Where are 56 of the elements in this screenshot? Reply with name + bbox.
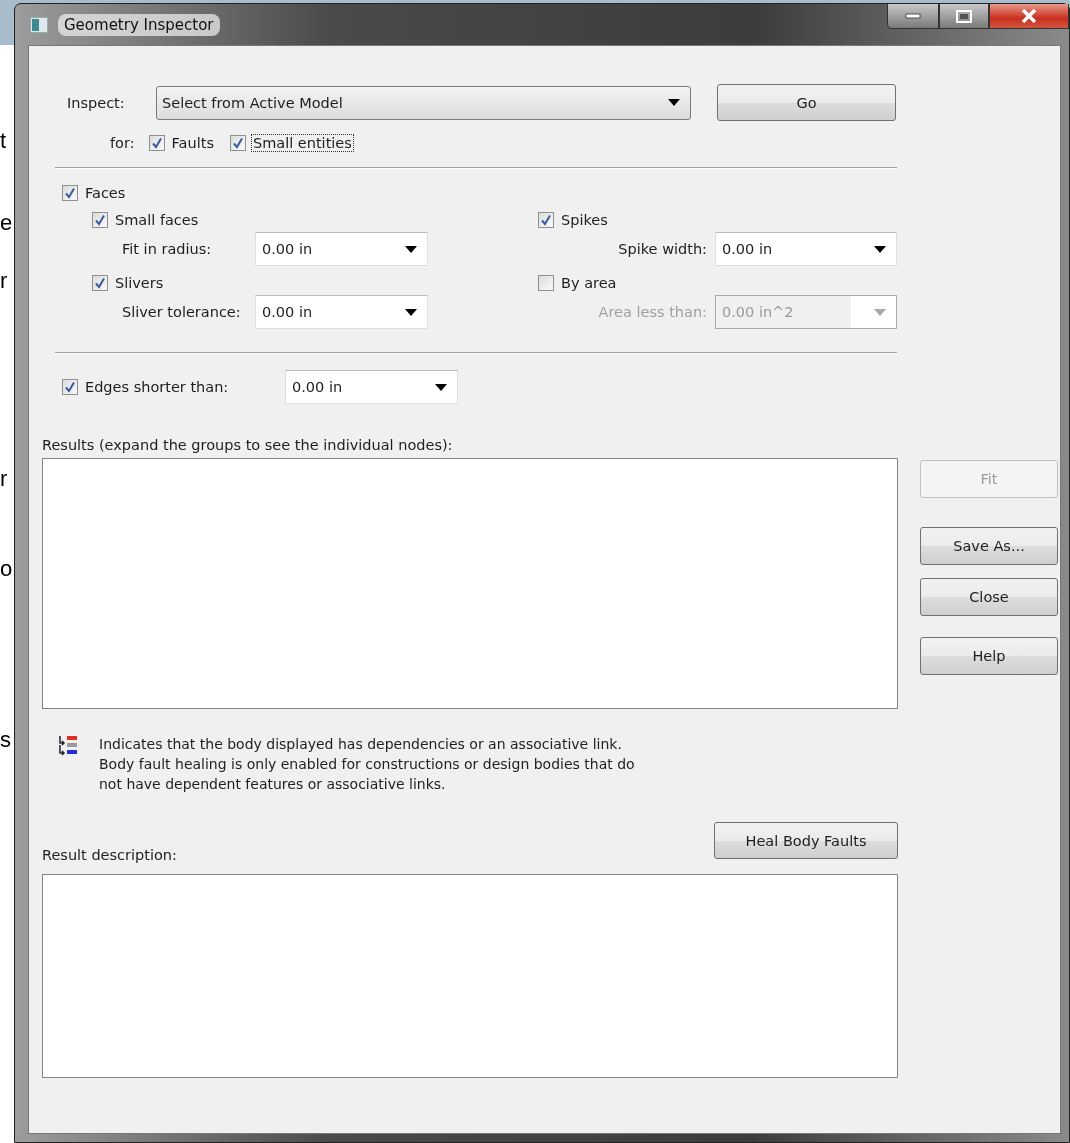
field-label: Inspect: [67,94,126,111]
checkbox-label[interactable]: Slivers [113,274,166,292]
close-button[interactable] [989,4,1069,29]
slide-text: t [0,128,8,154]
caret-icon [405,245,417,253]
button[interactable]: Heal Body Faults [714,822,898,859]
field-label: Fit in radius: [121,241,213,257]
checkbox[interactable] [538,275,554,291]
slide-text: s [0,727,12,753]
caret-icon [435,383,447,391]
checkbox-label[interactable]: Edges shorter than: [83,378,231,396]
checkbox[interactable] [229,135,246,151]
button[interactable]: Save As... [920,527,1058,565]
checkbox[interactable] [62,185,78,201]
checkbox-label[interactable]: Small faces [113,211,201,229]
checkbox-label[interactable]: Faces [83,184,128,202]
field-label: Sliver tolerance: [121,304,242,320]
dropdown-field[interactable]: 0.00 in [285,370,458,404]
slide-text: r [0,268,9,294]
caret-icon [874,245,886,253]
field-label: Results (expand the groups to see the individual nodes): [42,437,454,453]
field-label: for: [110,135,135,151]
slide-text: r [0,466,9,492]
dropdown-field[interactable]: 0.00 in [715,232,897,266]
window-title: Geometry Inspector [58,13,220,36]
button[interactable]: Go [717,84,896,121]
maximize-button[interactable] [939,4,989,29]
dependency-icon [57,734,79,756]
caret-icon [874,308,886,316]
caret-icon [405,308,417,316]
dropdown-field[interactable]: Select from Active Model [156,85,691,120]
note-text: Indicates that the body displayed has dependencies or an associative link. Body fault healing is only enabled for constructions or design bodies that do not have dependent features or associative links. [99,735,635,794]
button[interactable]: Close [920,578,1058,616]
minimize-button[interactable] [887,4,939,29]
checkbox-label[interactable]: Spikes [559,211,610,229]
window-icon [30,16,48,33]
field-label: Area less than: [597,304,708,320]
button[interactable]: Help [920,637,1058,675]
maximize-icon [956,9,972,23]
checkbox-label[interactable]: Small entities [250,134,354,152]
checkbox[interactable] [148,135,165,151]
checkbox-label[interactable]: By area [559,274,619,292]
dropdown-field[interactable]: 0.00 in [255,295,428,329]
field-label: Spike width: [617,241,708,257]
caret-icon [668,99,680,106]
dropdown-field[interactable]: 0.00 in [255,232,428,266]
close-icon [1021,9,1037,23]
checkbox[interactable] [538,212,554,228]
checkbox[interactable] [92,212,108,228]
checkbox-label[interactable]: Faults [169,134,216,152]
slide-text: e [0,210,14,236]
field-label: Result description: [42,847,177,863]
checkbox[interactable] [92,275,108,291]
slide-text: o [0,556,14,582]
checkbox[interactable] [62,379,78,395]
minimize-icon [905,13,921,19]
